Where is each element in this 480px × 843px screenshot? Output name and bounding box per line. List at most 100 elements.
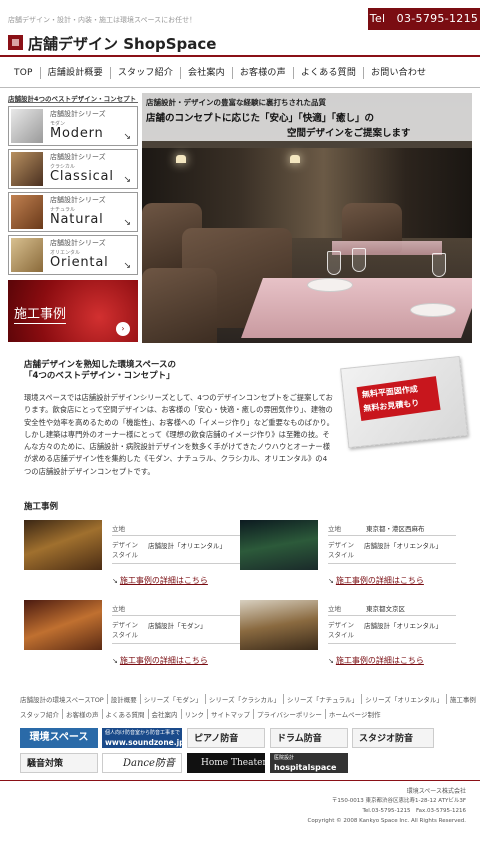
works-section-title: 施工事例 — [24, 502, 59, 512]
footer-link[interactable]: 店舗設計の環境スペースTOP — [20, 694, 108, 704]
footer-link[interactable]: 設計概要 — [108, 694, 141, 704]
footer-link[interactable]: スタッフ紹介 — [20, 709, 63, 719]
work-meta: 立地 デザイン スタイル 店舗設計「モダン」 — [112, 603, 240, 653]
work-photo[interactable] — [240, 600, 318, 650]
work-detail-link-text: 施工事例の詳細はこちら — [335, 576, 424, 585]
nav-item-staff[interactable]: スタッフ紹介 — [109, 67, 180, 79]
footer-link[interactable]: サイトマップ — [208, 709, 254, 719]
work-meta: 立地 デザイン スタイル 店舗設計「オリエンタル」 — [112, 523, 240, 573]
nav-item-company[interactable]: 会社案内 — [180, 67, 232, 79]
arrow-icon: ↘ — [123, 218, 131, 228]
footer-links-row1: 店舗設計の環境スペースTOP 設計概要 シリーズ「モダン」 シリーズ「クラシカル… — [20, 694, 476, 704]
work-meta-divider — [112, 643, 240, 644]
nav-item-contact[interactable]: お問い合わせ — [363, 67, 433, 79]
work-meta-divider — [328, 615, 456, 616]
work-place-label: 立地 — [328, 525, 341, 533]
wine-glass-icon — [352, 248, 366, 272]
work-style-label: デザイン スタイル — [328, 541, 354, 559]
work-style: 店舗設計「オリエンタル」 — [364, 542, 442, 550]
hero-image: 店舗設計・デザインの豊富な経験に裏打ちされた品質 店舗のコンセプトに応じた「安心… — [142, 93, 472, 343]
footer-telfax: Tel.03-5795-1215 Fax.03-5795-1216 — [362, 808, 466, 814]
work-detail-link-text: 施工事例の詳細はこちら — [335, 656, 424, 665]
intro-title-line2: 「4つのベストデザイン・コンセプト」 — [24, 371, 175, 381]
footer-link[interactable]: シリーズ「モダン」 — [141, 694, 206, 704]
banner-drum[interactable]: ドラム防音 — [270, 728, 348, 748]
work-style-label: デザイン スタイル — [328, 621, 354, 639]
lamp-icon — [290, 155, 300, 163]
series-thumb — [11, 109, 43, 143]
banner-studio[interactable]: スタジオ防音 — [352, 728, 434, 748]
works-banner-button[interactable]: 施工事例 › — [8, 280, 138, 342]
work-photo[interactable] — [24, 600, 102, 650]
footer-link[interactable]: シリーズ「ナチュラル」 — [284, 694, 363, 704]
work-photo[interactable] — [240, 520, 318, 570]
banner-dance[interactable]: Dance防音 — [102, 753, 182, 773]
work-place-label: 立地 — [112, 605, 125, 613]
footer-link[interactable]: リンク — [182, 709, 208, 719]
arrow-icon: ↘ — [123, 132, 131, 142]
banner-home-theater[interactable]: Home Theater — [187, 753, 265, 773]
footer-link[interactable]: 施工事例 — [447, 694, 479, 704]
arrow-icon: ↘ — [112, 657, 118, 665]
footer-company: 環境スペース株式会社 — [406, 788, 466, 795]
work-detail-link-text: 施工事例の詳細はこちら — [119, 656, 208, 665]
footer-link[interactable]: シリーズ「クラシカル」 — [206, 694, 284, 704]
series-thumb — [11, 238, 43, 272]
work-place: 東京都文京区 — [366, 605, 405, 613]
chair-shape — [142, 268, 217, 343]
footer-copyright: Copyright © 2008 Kankyo Space Inc. All R… — [307, 818, 467, 824]
work-style-label: デザイン スタイル — [112, 541, 138, 559]
hero-caption-line1: 店舗設計・デザインの豊富な経験に裏打ちされた品質 — [146, 98, 326, 107]
hero-caption-line2: 店舗のコンセプトに応じた「安心」「快適」「癒し」の — [146, 113, 375, 124]
series-label: 店舗設計シリーズ — [50, 153, 106, 161]
series-thumb — [11, 195, 43, 229]
work-detail-link[interactable]: ↘ 施工事例の詳細はこちら — [112, 575, 208, 586]
nav-item-overview[interactable]: 店舗設計概要 — [39, 67, 110, 79]
sidebar-title: 店舗設計4つのベストデザイン・コンセプト — [8, 95, 138, 103]
work-style: 店舗設計「オリエンタル」 — [148, 542, 226, 550]
footer-links-row2: スタッフ紹介 お客様の声 よくある質問 会社案内 リンク サイトマップ プライバ… — [20, 709, 470, 719]
footer-link[interactable]: シリーズ「オリエンタル」 — [362, 694, 447, 704]
tel-box[interactable]: Tel 03-5795-1215 — [368, 8, 480, 30]
banner-kankyo-space[interactable]: 環境スペース — [20, 728, 98, 748]
arrow-icon: ↘ — [123, 175, 131, 185]
banner-piano[interactable]: ピアノ防音 — [187, 728, 265, 748]
banner-hospital-sub: 医院設計 — [274, 755, 295, 761]
footer-link[interactable]: よくある質問 — [103, 709, 149, 719]
nav-item-faq[interactable]: よくある質問 — [292, 67, 363, 79]
banner-soundzone-sub: 個人向け防音室から防音工事まで — [105, 730, 181, 736]
work-detail-link[interactable]: ↘ 施工事例の詳細はこちら — [328, 575, 424, 586]
work-detail-link[interactable]: ↘ 施工事例の詳細はこちら — [328, 655, 424, 666]
series-name: Classical — [50, 169, 114, 184]
free-estimate-banner[interactable]: 無料平面図作成 無料お見積もり — [340, 355, 468, 449]
series-classical[interactable]: 店舗設計シリーズ クラシカル Classical ↘ — [8, 149, 138, 189]
hero-caption: 店舗設計・デザインの豊富な経験に裏打ちされた品質 店舗のコンセプトに応じた「安心… — [142, 93, 472, 141]
work-place: 東京都・港区西麻布 — [366, 525, 425, 533]
series-natural[interactable]: 店舗設計シリーズ ナチュラル Natural ↘ — [8, 192, 138, 232]
intro-title-line1: 店舗デザインを熟知した環境スペースの — [24, 360, 176, 370]
work-photo[interactable] — [24, 520, 102, 570]
series-modern[interactable]: 店舗設計シリーズ モダン Modern ↘ — [8, 106, 138, 146]
work-style: 店舗設計「モダン」 — [148, 622, 207, 630]
logo-icon[interactable] — [8, 35, 23, 50]
series-name: Oriental — [50, 255, 109, 270]
series-thumb — [11, 152, 43, 186]
nav-item-top[interactable]: TOP — [8, 67, 40, 79]
footer-link[interactable]: お客様の声 — [63, 709, 103, 719]
banner-hospital[interactable]: 医院設計 hospitalspace — [270, 753, 348, 773]
arrow-icon: ↘ — [328, 577, 334, 585]
banner-soundzone[interactable]: 個人向け防音室から防音工事まで www.soundzone.jp — [102, 728, 182, 748]
series-oriental[interactable]: 店舗設計シリーズ オリエンタル Oriental ↘ — [8, 235, 138, 275]
series-name: Natural — [50, 212, 104, 227]
arrow-icon: ↘ — [112, 577, 118, 585]
work-style: 店舗設計「オリエンタル」 — [364, 622, 442, 630]
work-place-label: 立地 — [112, 525, 125, 533]
intro-body: 環境スペースでは店舗設計デザインシリーズとして、4つのデザインコンセプトをご提案… — [24, 393, 334, 476]
banner-noise[interactable]: 騒音対策 — [20, 753, 98, 773]
footer-link[interactable]: プライバシーポリシー — [254, 709, 326, 719]
nav-item-voice[interactable]: お客様の声 — [231, 67, 293, 79]
work-detail-link[interactable]: ↘ 施工事例の詳細はこちら — [112, 655, 208, 666]
footer-link[interactable]: ホームページ制作 — [326, 709, 384, 719]
site-logo[interactable]: 店舗デザイン ShopSpace — [28, 33, 216, 54]
footer-link[interactable]: 会社案内 — [149, 709, 182, 719]
